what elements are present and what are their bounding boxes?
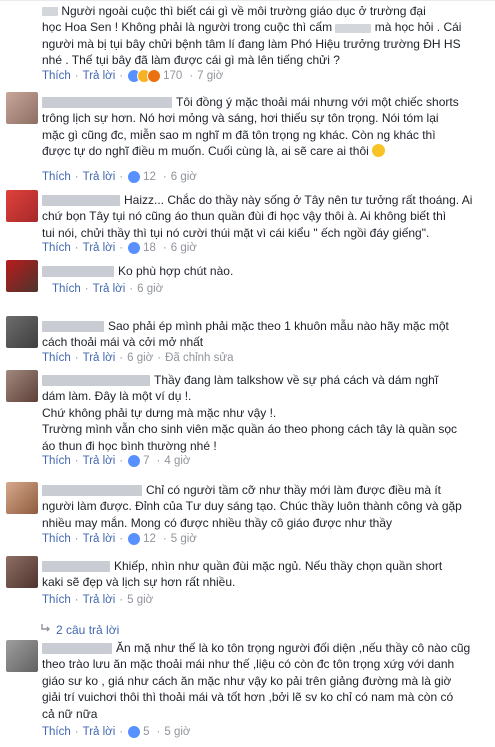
timestamp[interactable]: 5 giờ — [127, 594, 153, 606]
redacted-text — [335, 23, 372, 33]
reactions[interactable]: 7 — [127, 454, 150, 468]
commenter-name[interactable] — [42, 97, 172, 109]
avatar[interactable] — [6, 370, 38, 402]
reaction-count: 170 — [163, 70, 183, 82]
timestamp[interactable]: 6 giờ — [171, 242, 197, 254]
commenter-name[interactable] — [42, 643, 112, 655]
comment-text: Người ngoài cuộc thì biết cái gì về môi … — [42, 4, 462, 68]
reply-arrow-icon — [40, 622, 52, 637]
grin-sweat-emoji-icon — [372, 144, 386, 158]
like-button[interactable]: Thích — [52, 283, 81, 295]
reply-button[interactable]: Trả lời — [83, 242, 116, 254]
timestamp[interactable]: 6 giờ — [137, 283, 163, 295]
comment-actions: Thích · Trả lời · 170 · 7 giờ — [42, 69, 224, 83]
reactions[interactable]: 12 — [127, 170, 156, 184]
reply-button[interactable]: Trả lời — [83, 70, 116, 82]
commenter-name[interactable] — [42, 266, 114, 278]
reactions[interactable]: 18 — [127, 241, 156, 255]
reaction-count: 5 — [143, 726, 150, 738]
comment-text: Sao phải ép mình phải mặc theo 1 khuôn m… — [42, 319, 449, 350]
avatar[interactable] — [6, 556, 38, 588]
avatar[interactable] — [6, 92, 38, 124]
reply-button[interactable]: Trả lời — [83, 352, 116, 364]
reaction-count: 7 — [143, 455, 150, 467]
comment-text: Thầy đang làm talkshow về sự phá cách và… — [42, 373, 458, 453]
like-reaction-icon — [127, 532, 142, 546]
like-reaction-icon — [127, 170, 142, 184]
reaction-count: 12 — [143, 171, 156, 183]
timestamp[interactable]: 6 giờ — [127, 352, 153, 364]
comment-actions: Thích · Trả lời · 7 · 4 giờ — [42, 454, 191, 468]
like-reaction-icon — [127, 241, 142, 255]
reactions[interactable]: 5 — [127, 725, 150, 739]
like-button[interactable]: Thích — [42, 70, 71, 82]
like-button[interactable]: Thích — [42, 455, 71, 467]
comment-actions: Thích · Trả lời · 5 · 5 giờ — [42, 725, 191, 739]
timestamp[interactable]: 6 giờ — [171, 171, 197, 183]
angry-reaction-icon — [147, 69, 162, 83]
like-button[interactable]: Thích — [42, 726, 71, 738]
like-button[interactable]: Thích — [42, 242, 71, 254]
edited-label[interactable]: Đã chỉnh sửa — [165, 352, 233, 364]
reply-button[interactable]: Trả lời — [83, 726, 116, 738]
replies-count-label[interactable]: 2 câu trả lời — [56, 623, 119, 637]
reaction-count: 18 — [143, 242, 156, 254]
like-button[interactable]: Thích — [42, 171, 71, 183]
comment-actions: Thích · Trả lời · 6 giờ · Đã chỉnh sửa — [42, 352, 234, 364]
like-button[interactable]: Thích — [42, 533, 71, 545]
timestamp[interactable]: 4 giờ — [164, 455, 190, 467]
like-reaction-icon — [127, 725, 142, 739]
top-divider — [0, 0, 495, 1]
like-button[interactable]: Thích — [42, 352, 71, 364]
comment-actions: Thích · Trả lời · 12 · 6 giờ — [42, 170, 197, 184]
reply-button[interactable]: Trả lời — [83, 455, 116, 467]
timestamp[interactable]: 7 giờ — [197, 70, 223, 82]
commenter-name[interactable] — [42, 321, 104, 333]
timestamp[interactable]: 5 giờ — [164, 726, 190, 738]
commenter-name[interactable] — [42, 375, 150, 387]
avatar[interactable] — [6, 640, 38, 672]
timestamp[interactable]: 5 giờ — [171, 533, 197, 545]
comment-actions: Thích · Trả lời · 18 · 6 giờ — [42, 241, 197, 255]
like-button[interactable]: Thích — [42, 594, 71, 606]
comment-text: Tôi đồng ý mặc thoải mái nhưng với một c… — [42, 95, 459, 159]
reactions[interactable]: 170 — [127, 69, 182, 83]
comment-text: Ăn mặ như thế là ko tôn trọng người đối … — [42, 641, 471, 721]
comment-text: Khiếp, nhìn như quần đùi mặc ngủ. Nếu th… — [42, 559, 443, 590]
commenter-name[interactable] — [42, 195, 120, 207]
avatar[interactable] — [6, 316, 38, 348]
comment-text: Ko phù hợp chút nào. — [42, 263, 489, 279]
comment-actions: Thích · Trả lời · 6 giờ — [52, 283, 164, 295]
reply-button[interactable]: Trả lời — [83, 533, 116, 545]
commenter-name[interactable] — [42, 485, 142, 497]
reply-button[interactable]: Trả lời — [83, 171, 116, 183]
reactions[interactable]: 12 — [127, 532, 156, 546]
comment-actions: Thích · Trả lời · 12 · 5 giờ — [42, 532, 197, 546]
comment-text: Haizz... Chắc do thầy này sống ở Tây nên… — [42, 193, 473, 240]
avatar[interactable] — [6, 260, 38, 292]
reply-button[interactable]: Trả lời — [83, 594, 116, 606]
redacted-name — [42, 7, 58, 17]
reply-button[interactable]: Trả lời — [93, 283, 126, 295]
avatar[interactable] — [6, 190, 38, 222]
avatar[interactable] — [6, 482, 38, 514]
comment-text: Chỉ có người tầm cỡ như thầy mới làm đượ… — [42, 483, 462, 530]
comment-actions: Thích · Trả lời · 5 giờ — [42, 594, 154, 606]
commenter-name[interactable] — [42, 561, 110, 573]
like-reaction-icon — [127, 454, 142, 468]
view-replies-link[interactable]: 2 câu trả lời — [40, 622, 119, 637]
reaction-count: 12 — [143, 533, 156, 545]
